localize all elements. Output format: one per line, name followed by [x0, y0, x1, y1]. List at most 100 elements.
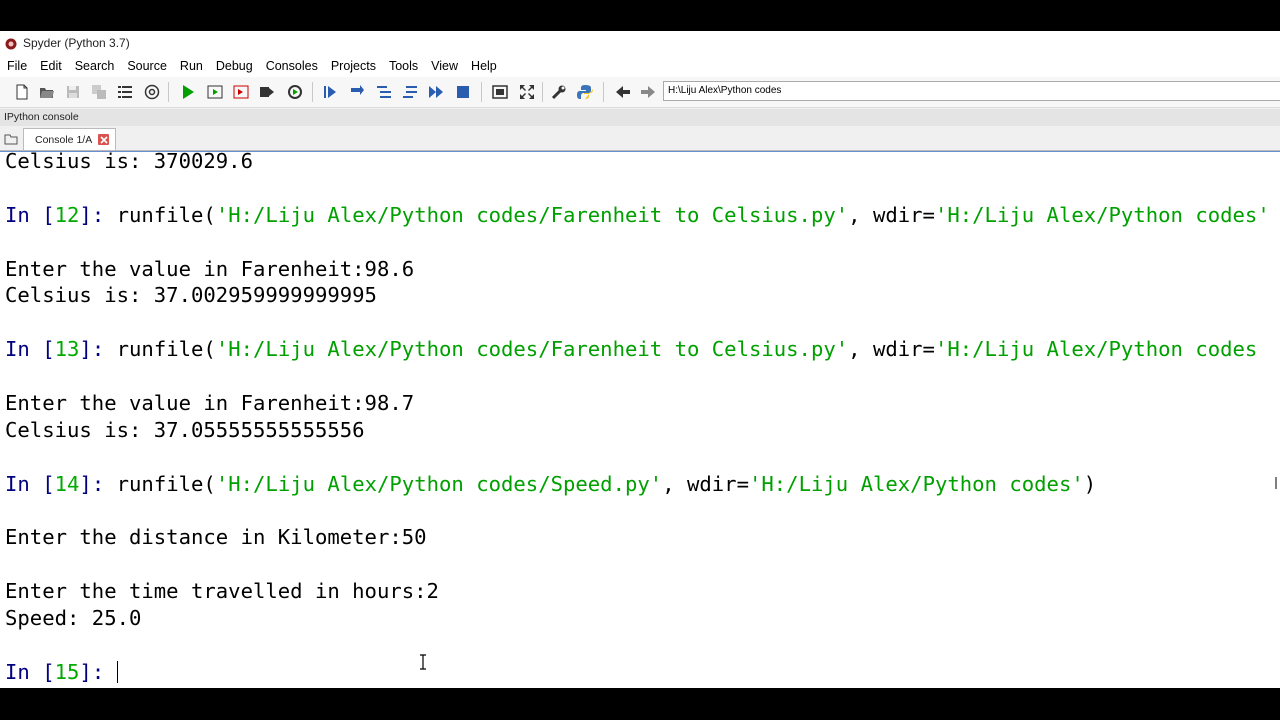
prompt-close: ]:	[79, 471, 117, 496]
console-line: Enter the distance in Kilometer:50	[5, 525, 427, 550]
browse-tabs-icon[interactable]	[3, 131, 19, 147]
prompt-in: In [	[5, 471, 55, 496]
toolbar-separator	[603, 82, 604, 102]
console-input-prompt[interactable]: In [15]:	[5, 659, 1270, 686]
main-toolbar: H:\Liju Alex\Python codes	[0, 77, 1280, 108]
code-string: 'H:/Liju Alex/Python codes/Farenheit to …	[215, 202, 849, 227]
step-icon[interactable]	[347, 82, 367, 102]
working-directory-input[interactable]: H:\Liju Alex\Python codes	[663, 81, 1280, 101]
code-text: , wdir=	[662, 471, 749, 496]
stop-debug-icon[interactable]	[453, 82, 473, 102]
console-line: Speed: 25.0	[5, 606, 142, 631]
save-all-icon[interactable]	[89, 82, 109, 102]
menu-projects[interactable]: Projects	[324, 59, 382, 73]
ibeam-cursor-icon	[418, 654, 428, 670]
fullscreen-icon[interactable]	[517, 82, 537, 102]
code-string: 'H:/Liju Alex/Python codes/Speed.py'	[215, 471, 663, 496]
prompt-number: 12	[54, 202, 80, 227]
ipython-pane-title: IPython console	[0, 109, 1280, 126]
menu-bar: File Edit Search Source Run Debug Consol…	[0, 55, 1280, 77]
menu-debug[interactable]: Debug	[209, 59, 259, 73]
toolbar-separator	[542, 82, 543, 102]
step-return-icon[interactable]	[400, 82, 420, 102]
console-tab-bar: Console 1/A	[0, 127, 1280, 151]
console-line: Celsius is: 37.05555555555556	[5, 417, 365, 442]
run-selection-icon[interactable]	[257, 82, 277, 102]
menu-help[interactable]: Help	[464, 59, 503, 73]
prompt-close: ]:	[79, 337, 117, 362]
toolbar-separator	[481, 82, 482, 102]
menu-consoles[interactable]: Consoles	[259, 59, 324, 73]
menu-file[interactable]: File	[0, 59, 33, 73]
console-line: Enter the time travelled in hours:2	[5, 579, 439, 604]
console-input-prompt: In [14]: runfile('H:/Liju Alex/Python co…	[5, 471, 1270, 498]
code-text: , wdir=	[848, 337, 935, 362]
step-into-icon[interactable]	[374, 82, 394, 102]
new-file-icon[interactable]	[12, 82, 32, 102]
save-file-icon[interactable]	[63, 82, 83, 102]
forward-arrow-icon[interactable]	[638, 82, 658, 102]
menu-tools[interactable]: Tools	[382, 59, 424, 73]
code-call: runfile(	[116, 471, 216, 496]
debug-icon[interactable]	[320, 82, 340, 102]
back-arrow-icon[interactable]	[613, 82, 633, 102]
rerun-icon[interactable]	[285, 82, 305, 102]
python-path-icon[interactable]	[575, 82, 595, 102]
console-input-prompt: In [13]: runfile('H:/Liju Alex/Python co…	[5, 336, 1270, 363]
continue-icon[interactable]	[426, 82, 446, 102]
menu-edit[interactable]: Edit	[33, 59, 68, 73]
menu-run[interactable]: Run	[173, 59, 209, 73]
open-file-icon[interactable]	[37, 82, 57, 102]
ipython-console-output[interactable]: Celsius is: 370029.6 In [12]: runfile('H…	[0, 151, 1280, 688]
tab-label: Console 1/A	[35, 133, 93, 146]
code-text: )	[1083, 471, 1097, 496]
code-call: runfile(	[116, 202, 216, 227]
prompt-number: 13	[54, 337, 80, 362]
menu-view[interactable]: View	[424, 59, 464, 73]
toolbar-separator	[312, 82, 313, 102]
preferences-wrench-icon[interactable]	[549, 82, 569, 102]
prompt-number: 14	[54, 471, 80, 496]
close-tab-icon[interactable]	[98, 134, 110, 145]
spyder-window: Spyder (Python 3.7) File Edit Search Sou…	[0, 31, 1280, 688]
prompt-in: In [	[5, 337, 55, 362]
edge-marker-icon	[1275, 476, 1279, 490]
spyder-app-icon	[5, 37, 17, 50]
console-line: Celsius is: 370029.6	[5, 151, 253, 173]
code-string: 'H:/Liju Alex/Python codes	[934, 337, 1258, 362]
code-call: runfile(	[116, 337, 216, 362]
prompt-close: ]:	[79, 202, 117, 227]
run-cell-icon[interactable]	[205, 82, 225, 102]
toolbar-separator	[168, 82, 169, 102]
run-cell-advance-icon[interactable]	[231, 82, 251, 102]
prompt-in: In [	[5, 659, 55, 684]
menu-source[interactable]: Source	[120, 59, 173, 73]
tab-console-1a[interactable]: Console 1/A	[23, 128, 117, 150]
prompt-close: ]:	[79, 659, 117, 684]
code-text: , wdir=	[848, 202, 935, 227]
code-string: 'H:/Liju Alex/Python codes/Farenheit to …	[215, 337, 849, 362]
prompt-number: 15	[54, 659, 80, 684]
title-bar: Spyder (Python 3.7)	[0, 31, 1280, 55]
outline-list-icon[interactable]	[115, 82, 135, 102]
prompt-in: In [	[5, 202, 55, 227]
console-line: Enter the value in Farenheit:98.7	[5, 391, 415, 416]
code-string: 'H:/Liju Alex/Python codes'	[934, 202, 1270, 227]
console-input-prompt: In [12]: runfile('H:/Liju Alex/Python co…	[5, 202, 1270, 229]
at-symbol-icon[interactable]	[142, 82, 162, 102]
run-file-icon[interactable]	[178, 82, 198, 102]
code-string: 'H:/Liju Alex/Python codes'	[748, 471, 1084, 496]
menu-search[interactable]: Search	[68, 59, 121, 73]
top-letterbox	[0, 0, 1280, 31]
maximize-pane-icon[interactable]	[490, 82, 510, 102]
text-cursor	[116, 660, 118, 683]
console-line: Enter the value in Farenheit:98.6	[5, 256, 415, 281]
